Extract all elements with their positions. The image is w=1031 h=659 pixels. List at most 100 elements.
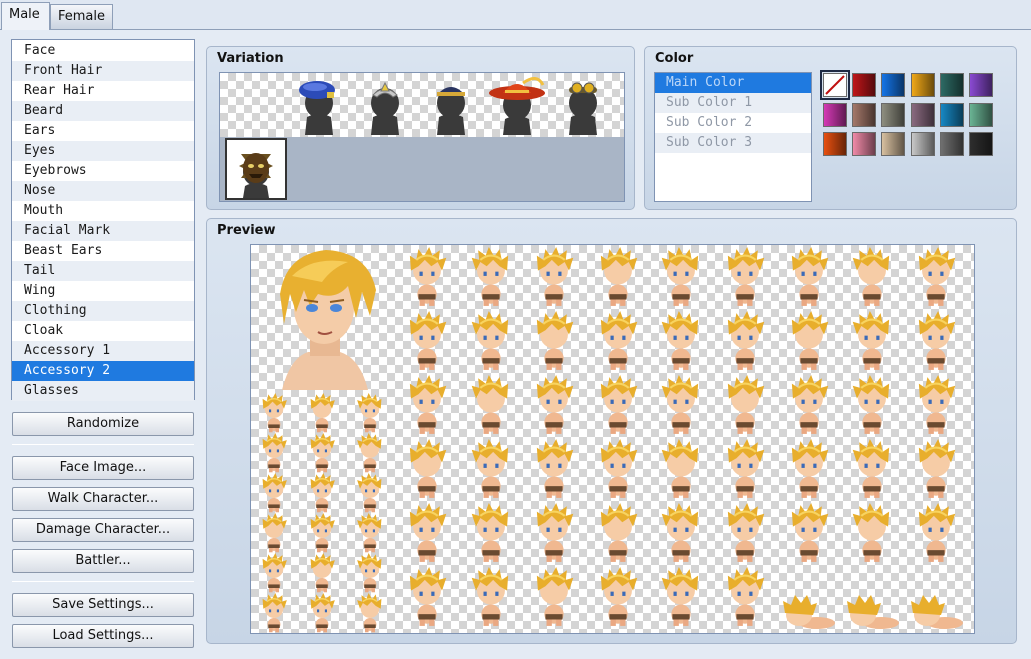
parts-item-clothing[interactable]: Clothing [12, 301, 194, 321]
color-swatch[interactable] [852, 102, 877, 127]
character-sprite [262, 593, 287, 633]
character-sprite [409, 439, 447, 498]
character-sprite [310, 473, 335, 513]
walk-character-button[interactable]: Walk Character... [12, 487, 194, 511]
character-sprite [791, 247, 828, 306]
character-sprite [357, 393, 382, 433]
character-sprite [471, 567, 508, 626]
color-swatch[interactable] [910, 132, 935, 156]
parts-item-wing[interactable]: Wing [12, 281, 194, 301]
parts-item-ears[interactable]: Ears [12, 121, 194, 141]
color-swatch[interactable] [939, 73, 964, 97]
color-swatch[interactable] [823, 132, 847, 156]
parts-item-tail[interactable]: Tail [12, 261, 194, 281]
character-sprite [662, 247, 699, 306]
color-swatch[interactable] [910, 102, 935, 127]
variation-red-feathered-hat[interactable] [485, 73, 549, 137]
character-sprite [791, 375, 828, 434]
face-image-button[interactable]: Face Image... [12, 456, 194, 480]
character-sprite [791, 311, 828, 370]
character-sprite [409, 311, 447, 370]
character-sprite [262, 473, 287, 513]
color-swatch[interactable] [881, 73, 906, 97]
character-sprite [662, 439, 699, 498]
color-swatch[interactable] [969, 102, 993, 127]
character-sprite [600, 439, 638, 498]
parts-item-accessory-1[interactable]: Accessory 1 [12, 341, 194, 361]
character-sprite [727, 439, 765, 498]
character-sprite [791, 503, 828, 562]
color-swatch[interactable] [881, 102, 906, 127]
variation-goggles[interactable] [551, 73, 615, 137]
save-settings-button[interactable]: Save Settings... [12, 593, 194, 617]
variation-grid [219, 72, 625, 202]
color-target-main-color[interactable]: Main Color [655, 73, 811, 93]
parts-item-eyes[interactable]: Eyes [12, 141, 194, 161]
separator [12, 444, 194, 445]
character-sprite [662, 567, 699, 626]
face-portrait-image [280, 250, 376, 390]
character-sprite [310, 513, 335, 553]
variation-blue-beret[interactable] [287, 73, 351, 137]
color-target-sub-color-1[interactable]: Sub Color 1 [655, 93, 811, 113]
parts-item-eyebrows[interactable]: Eyebrows [12, 161, 194, 181]
character-sprite [409, 247, 447, 306]
variation-none[interactable] [220, 73, 284, 137]
tab-female[interactable]: Female [50, 4, 113, 30]
load-settings-button[interactable]: Load Settings... [12, 624, 194, 648]
character-sprite [471, 503, 508, 562]
color-swatch[interactable] [852, 132, 877, 156]
parts-item-facial-mark[interactable]: Facial Mark [12, 221, 194, 241]
character-sprite [537, 311, 574, 370]
character-sprite-fallen [783, 595, 835, 629]
character-sprite [357, 433, 382, 473]
character-sprite [662, 503, 699, 562]
character-sprite [600, 567, 638, 626]
variation-silver-tiara[interactable] [353, 73, 417, 137]
silhouette-navy-cap-icon [437, 87, 465, 135]
swatch-none[interactable] [820, 70, 850, 100]
color-swatch[interactable] [823, 102, 847, 127]
character-sprite [918, 439, 956, 498]
character-sprite [262, 433, 287, 473]
silhouette-blue-beret-icon [299, 81, 335, 135]
color-swatch[interactable] [969, 73, 993, 97]
parts-item-beast-ears[interactable]: Beast Ears [12, 241, 194, 261]
color-target-list[interactable]: Main Color Sub Color 1 Sub Color 2 Sub Colo… [654, 72, 812, 202]
color-swatch[interactable] [969, 132, 993, 156]
character-sprite [357, 473, 382, 513]
preview-canvas [250, 244, 975, 634]
color-target-sub-color-2[interactable]: Sub Color 2 [655, 113, 811, 133]
parts-item-nose[interactable]: Nose [12, 181, 194, 201]
character-sprite [537, 247, 574, 306]
parts-item-cloak[interactable]: Cloak [12, 321, 194, 341]
color-swatch[interactable] [852, 73, 877, 97]
color-swatch[interactable] [939, 102, 964, 127]
character-sprite [537, 567, 574, 626]
color-swatch[interactable] [881, 132, 906, 156]
parts-item-front-hair[interactable]: Front Hair [12, 61, 194, 81]
battler-button[interactable]: Battler... [12, 549, 194, 573]
character-sprite [852, 503, 890, 562]
color-swatch[interactable] [910, 73, 935, 97]
variation-title: Variation [217, 51, 284, 66]
damage-character-button[interactable]: Damage Character... [12, 518, 194, 542]
tab-male[interactable]: Male [1, 2, 50, 30]
variation-tribal-mask[interactable] [225, 138, 287, 200]
character-sprite [662, 375, 699, 434]
parts-item-rear-hair[interactable]: Rear Hair [12, 81, 194, 101]
color-target-sub-color-3[interactable]: Sub Color 3 [655, 133, 811, 153]
parts-item-glasses[interactable]: Glasses [12, 381, 194, 401]
parts-item-accessory-2[interactable]: Accessory 2 [12, 361, 194, 381]
character-sprite [537, 503, 574, 562]
color-swatch[interactable] [939, 132, 964, 156]
character-sprite [791, 439, 828, 498]
variation-navy-cap[interactable] [419, 73, 483, 137]
character-sprite [918, 247, 956, 306]
parts-item-mouth[interactable]: Mouth [12, 201, 194, 221]
randomize-button[interactable]: Randomize [12, 412, 194, 436]
parts-item-face[interactable]: Face [12, 41, 194, 61]
parts-item-beard[interactable]: Beard [12, 101, 194, 121]
character-sprite [262, 393, 287, 433]
parts-list[interactable]: Face Front Hair Rear Hair Beard Ears Eyes Eyeb… [11, 39, 195, 401]
